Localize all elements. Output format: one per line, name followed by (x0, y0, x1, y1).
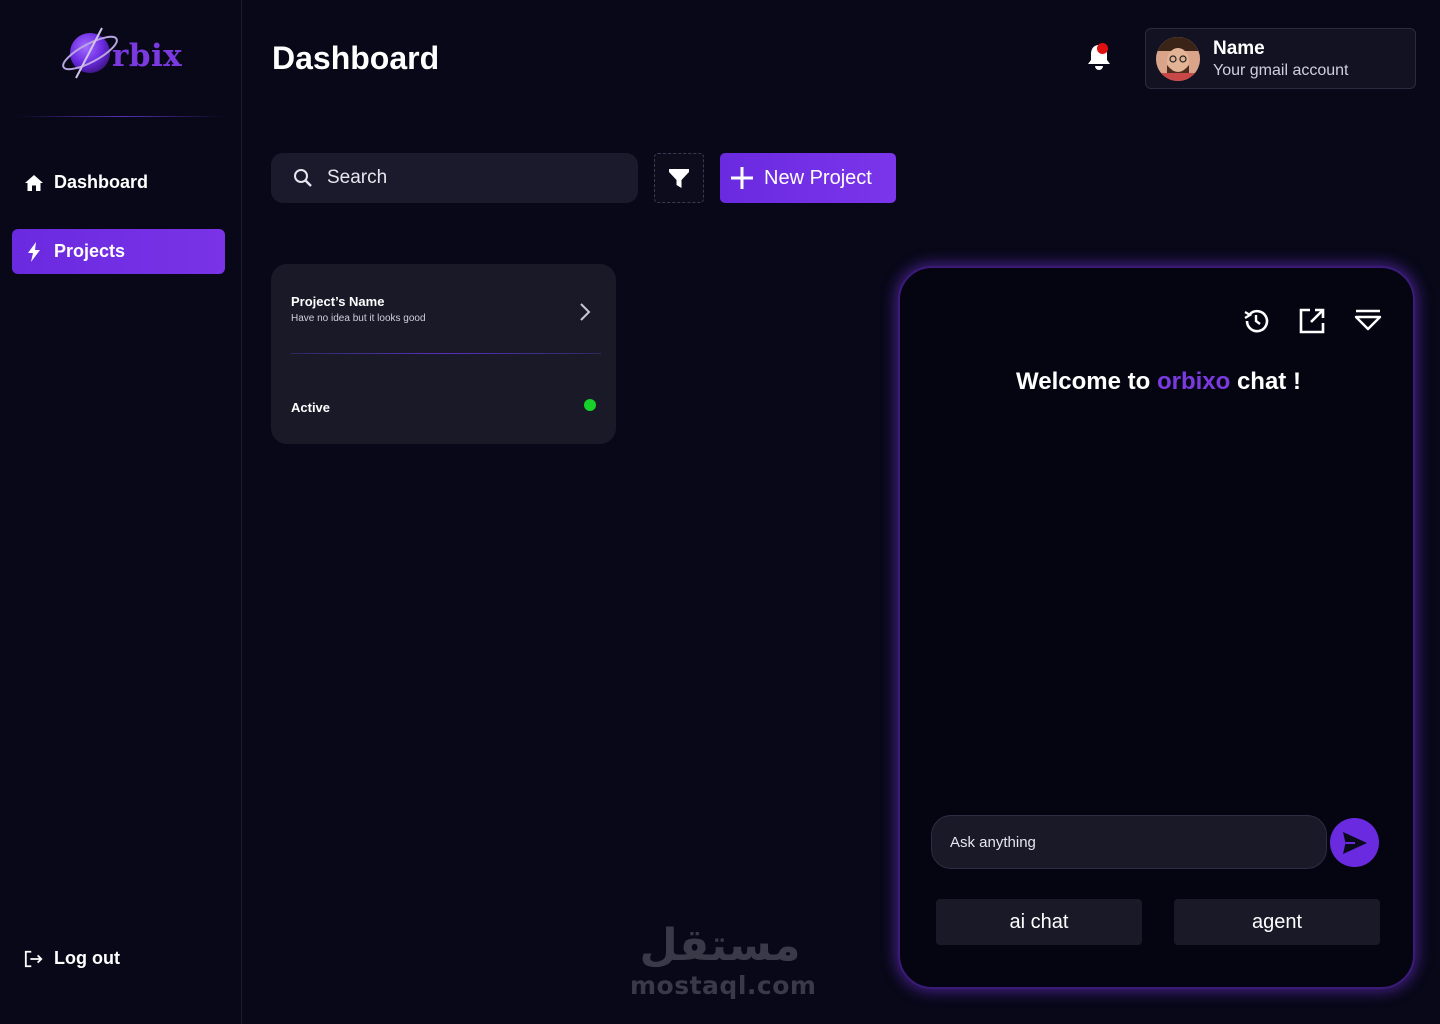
ai-chat-button[interactable]: ai chat (936, 899, 1142, 945)
watermark-latin: mostaql.com (630, 971, 817, 1000)
project-status: Active (291, 400, 331, 415)
avatar (1156, 37, 1200, 81)
user-profile-card[interactable]: Name Your gmail account (1145, 28, 1416, 89)
history-icon[interactable] (1241, 306, 1271, 336)
notification-badge (1097, 43, 1108, 54)
profile-name: Name (1213, 38, 1265, 59)
sidebar: rbix Dashboard Projects Log out (0, 0, 242, 1024)
new-project-button[interactable]: New Project (720, 153, 896, 203)
sidebar-item-dashboard[interactable]: Dashboard (12, 160, 225, 205)
app-root: rbix Dashboard Projects Log out Dashboar… (0, 0, 1440, 1024)
project-card[interactable]: Project’s Name Have no idea but it looks… (271, 264, 616, 444)
plus-icon (731, 167, 753, 189)
welcome-prefix: Welcome to (1016, 368, 1151, 395)
chat-welcome-heading: Welcome to orbixo chat ! (900, 368, 1417, 396)
home-icon (24, 173, 44, 193)
watermark-arabic: مستقل (639, 920, 801, 971)
welcome-brand: orbixo (1156, 368, 1231, 395)
agent-button[interactable]: agent (1174, 899, 1380, 945)
filter-icon (669, 169, 689, 188)
status-indicator (584, 399, 596, 411)
send-icon (1342, 831, 1367, 854)
sidebar-item-projects[interactable]: Projects (12, 229, 225, 274)
watermark: مستقل mostaql.com (630, 920, 817, 1010)
send-button[interactable] (1330, 818, 1379, 867)
orbix-logo[interactable]: rbix (58, 22, 188, 84)
sidebar-divider (16, 116, 226, 117)
page-title: Dashboard (272, 40, 440, 76)
chat-input-box[interactable] (931, 815, 1327, 869)
profile-email: Your gmail account (1213, 62, 1349, 79)
project-description: Have no idea but it looks good (291, 313, 426, 324)
open-external-icon[interactable] (1297, 306, 1327, 336)
chevron-right-icon[interactable] (577, 302, 593, 322)
logout-button[interactable]: Log out (12, 936, 225, 981)
lightning-icon (24, 241, 44, 262)
chat-input[interactable] (950, 833, 1310, 851)
new-project-label: New Project (764, 166, 872, 189)
sidebar-item-label: Dashboard (54, 172, 149, 192)
search-icon (294, 169, 312, 187)
filter-button[interactable] (654, 153, 704, 203)
project-divider (291, 353, 601, 354)
search-input[interactable] (327, 167, 617, 189)
logout-label: Log out (54, 948, 120, 968)
search-box[interactable] (271, 153, 638, 203)
logout-icon (24, 949, 44, 969)
collapse-icon[interactable] (1353, 306, 1383, 336)
chat-panel: Welcome to orbixo chat ! ai chat agent (898, 266, 1415, 989)
welcome-suffix: chat ! (1236, 368, 1301, 395)
logo-text: rbix (112, 38, 183, 74)
project-name: Project’s Name (291, 294, 385, 309)
sidebar-item-label: Projects (54, 241, 126, 261)
